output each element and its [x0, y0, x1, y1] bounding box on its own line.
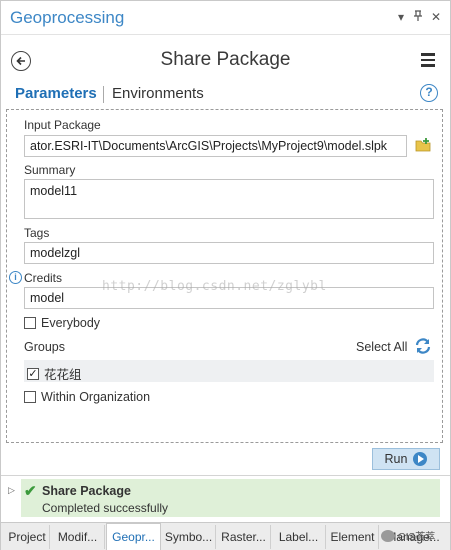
run-label: Run — [384, 452, 408, 466]
success-check-icon: ✔ — [24, 483, 37, 500]
status-title: Share Package — [42, 484, 131, 498]
tab-modify[interactable]: Modif... — [51, 525, 105, 549]
wechat-label: GIS荟萃 — [398, 532, 436, 543]
everybody-label: Everybody — [41, 316, 101, 330]
refresh-icon[interactable] — [414, 337, 432, 355]
tab-separator — [103, 86, 104, 103]
credits-label: Credits — [24, 271, 63, 285]
pane-title-bar: Geoprocessing ▾ ✕ — [1, 1, 450, 35]
tab-symbology[interactable]: Symbo... — [162, 525, 216, 549]
group-item-label: 花花组 — [44, 368, 82, 382]
group-checkbox[interactable]: ✓ — [27, 367, 39, 380]
status-message: ✔ Share Package Completed successfully — [21, 479, 440, 517]
everybody-checkbox-row[interactable]: Everybody — [24, 316, 100, 330]
info-icon[interactable]: i — [9, 271, 22, 284]
summary-label: Summary — [24, 163, 76, 177]
browse-folder-icon[interactable] — [415, 137, 431, 153]
tags-field[interactable]: modelzgl — [24, 242, 434, 264]
groups-label: Groups — [24, 340, 65, 354]
tab-element[interactable]: Element — [327, 525, 379, 549]
close-icon[interactable]: ✕ — [429, 10, 443, 24]
run-arrow-icon — [413, 452, 428, 466]
geoprocessing-pane: Geoprocessing ▾ ✕ Share Package Paramete… — [0, 0, 451, 550]
pane-options-icon[interactable]: ▾ — [394, 10, 408, 24]
within-org-checkbox-row[interactable]: Within Organization — [24, 390, 150, 404]
wechat-watermark: GIS荟萃 — [381, 528, 435, 543]
tab-labeling[interactable]: Label... — [272, 525, 326, 549]
expand-triangle-icon[interactable]: ▷ — [8, 485, 15, 496]
status-text: Completed successfully — [42, 501, 169, 515]
groups-list: ✓ 花花组 — [24, 360, 434, 382]
tags-label: Tags — [24, 226, 50, 240]
tab-project[interactable]: Project — [5, 525, 50, 549]
input-package-label: Input Package — [24, 118, 101, 132]
pin-icon[interactable] — [411, 10, 425, 25]
tab-environments[interactable]: Environments — [112, 85, 204, 102]
wechat-icon — [381, 529, 395, 542]
tool-title: Share Package — [160, 49, 291, 70]
tab-parameters[interactable]: Parameters — [15, 85, 97, 102]
divider — [1, 475, 450, 476]
tab-geoprocessing[interactable]: Geopr... — [106, 523, 161, 550]
everybody-checkbox[interactable] — [24, 317, 36, 329]
input-package-field[interactable]: ator.ESRI-IT\Documents\ArcGIS\Projects\M… — [24, 135, 407, 157]
within-org-label: Within Organization — [41, 390, 151, 404]
run-button[interactable]: Run — [372, 448, 440, 470]
bottom-tab-bar: Project Modif... Geopr... Symbo... Raste… — [1, 522, 450, 550]
watermark: http://blog.csdn.net/zglybl — [102, 279, 327, 294]
pane-title: Geoprocessing — [10, 8, 125, 27]
summary-field[interactable]: model11 — [24, 179, 434, 219]
help-icon[interactable]: ? — [420, 84, 438, 102]
group-item[interactable]: ✓ 花花组 — [27, 364, 82, 383]
within-org-checkbox[interactable] — [24, 391, 36, 403]
menu-icon[interactable] — [421, 53, 435, 67]
tab-raster[interactable]: Raster... — [217, 525, 271, 549]
select-all-link[interactable]: Select All — [356, 340, 407, 354]
